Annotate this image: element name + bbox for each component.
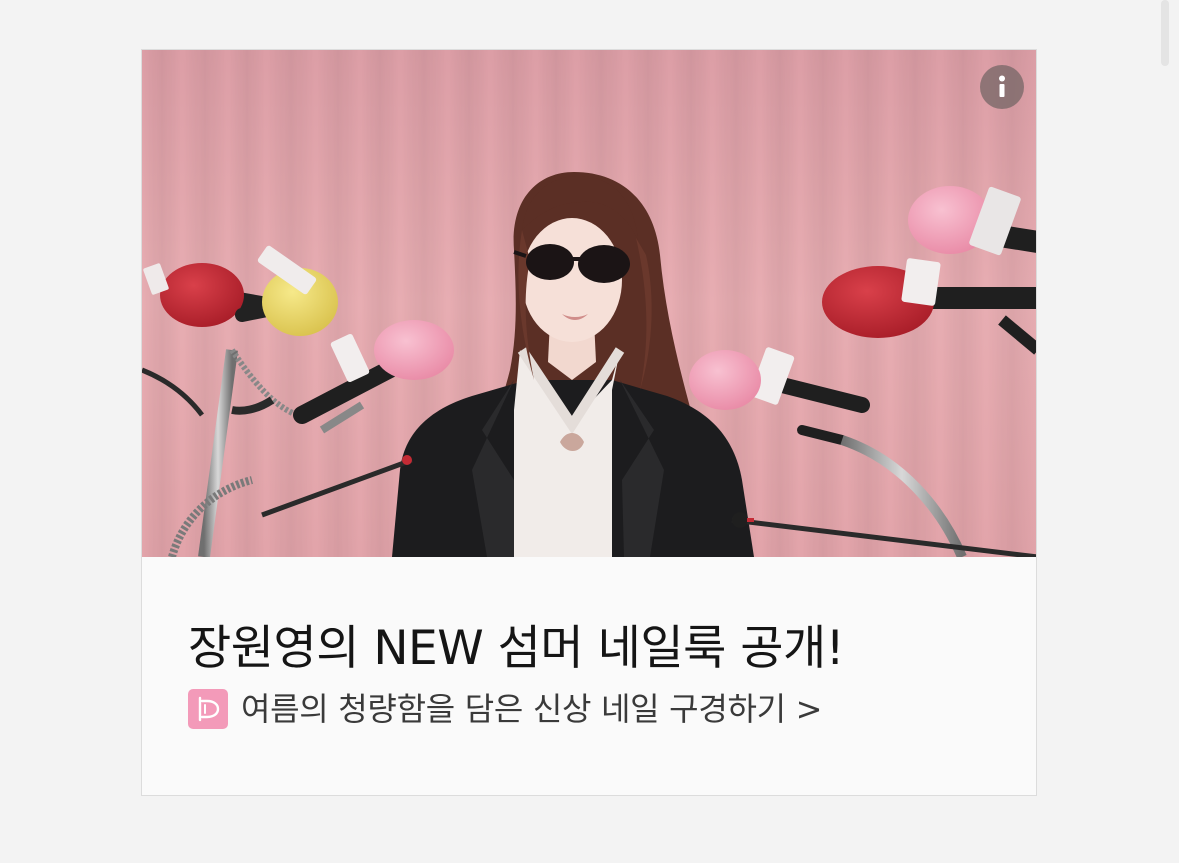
ad-image[interactable] — [142, 50, 1037, 557]
ad-subtitle: 여름의 청량함을 담은 신상 네일 구경하기 > — [241, 690, 823, 728]
ad-text-block: 장원영의 NEW 섬머 네일룩 공개! 여름의 청량함을 담은 신상 네일 구경… — [188, 617, 1008, 729]
brand-logo-icon — [188, 689, 228, 729]
info-button[interactable] — [980, 65, 1024, 109]
ad-title[interactable]: 장원영의 NEW 섬머 네일룩 공개! — [188, 617, 1008, 681]
ad-subtitle-link[interactable]: 여름의 청량함을 담은 신상 네일 구경하기 > — [188, 689, 1008, 729]
info-icon — [999, 75, 1005, 97]
scrollbar-thumb[interactable] — [1161, 0, 1169, 66]
ad-card[interactable]: 장원영의 NEW 섬머 네일룩 공개! 여름의 청량함을 담은 신상 네일 구경… — [141, 49, 1037, 796]
